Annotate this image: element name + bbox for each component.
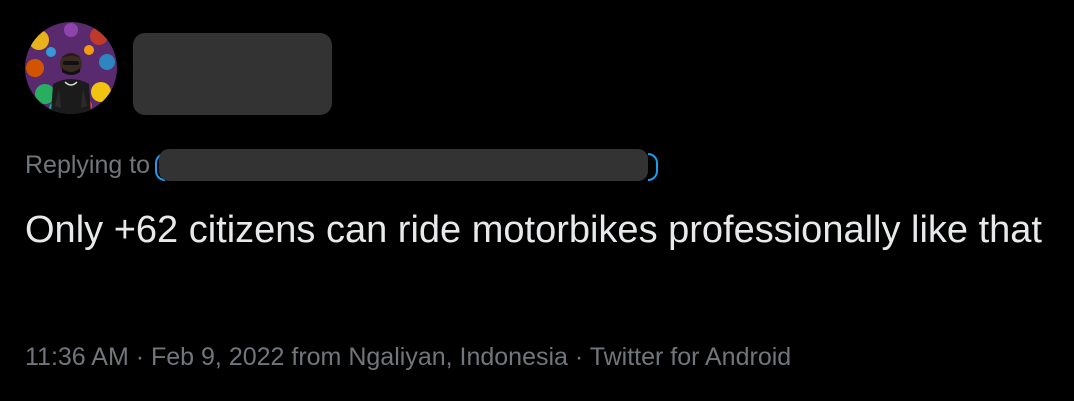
tweet-location[interactable]: Ngaliyan, Indonesia xyxy=(348,343,568,371)
tweet-metadata: 11:36 AM · Feb 9, 2022 from Ngaliyan, In… xyxy=(25,343,791,372)
author-name-redacted xyxy=(133,33,332,115)
mention-edge xyxy=(648,153,659,181)
reply-mention-link[interactable] xyxy=(155,149,659,181)
tweet-text: Only +62 citizens can ride motorbikes pr… xyxy=(25,209,1042,251)
tweet-detail: Replying to Only +62 citizens can ride m… xyxy=(0,0,1074,401)
tweet-header xyxy=(25,22,117,114)
tweet-source[interactable]: Twitter for Android xyxy=(590,343,791,371)
tweet-time[interactable]: 11:36 AM xyxy=(25,343,129,371)
mention-redacted xyxy=(159,149,649,181)
tweet-date[interactable]: Feb 9, 2022 xyxy=(151,343,284,371)
avatar[interactable] xyxy=(25,22,117,114)
from-label: from xyxy=(284,343,349,371)
replying-to-label: Replying to xyxy=(25,150,151,179)
replying-to-line: Replying to xyxy=(25,148,659,182)
meta-separator: · xyxy=(128,343,151,371)
meta-separator: · xyxy=(567,343,590,371)
avatar-image xyxy=(25,22,117,114)
